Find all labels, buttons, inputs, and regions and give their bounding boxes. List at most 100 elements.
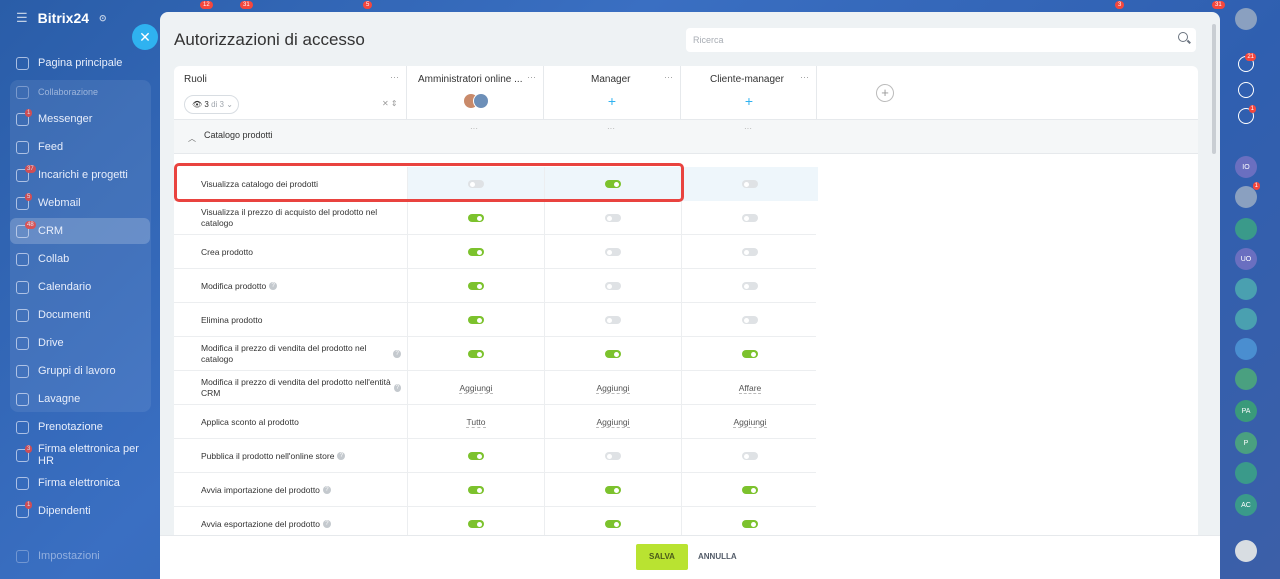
toggle-on[interactable] (468, 350, 484, 358)
sidebar-item[interactable]: 5 Webmail (10, 190, 150, 216)
tasks-check-icon[interactable] (1235, 218, 1257, 240)
bell-icon[interactable]: 21 (1238, 53, 1256, 72)
chevron-up-icon[interactable]: ︿ (188, 133, 196, 144)
sidebar-item[interactable]: 1 Messenger (10, 106, 150, 132)
help-icon[interactable]: ? (322, 520, 331, 528)
crm-icon: 48 (16, 220, 36, 238)
sidebar-item[interactable]: Collab (10, 246, 150, 272)
save-button[interactable]: SALVA (636, 544, 688, 570)
group-icon[interactable] (1235, 368, 1257, 390)
toggle-on[interactable] (742, 486, 758, 494)
toggle-off[interactable] (605, 248, 621, 256)
sidebar-item[interactable]: Drive (10, 330, 150, 356)
toggle-on[interactable] (468, 486, 484, 494)
add-member-icon[interactable]: + (742, 94, 756, 109)
sidebar-item[interactable]: 48 CRM (10, 218, 150, 244)
notification-badge: 12 (200, 1, 213, 9)
toggle-on[interactable] (605, 520, 621, 528)
close-panel-button[interactable]: ✕ (132, 24, 158, 50)
collapse-expand-icon[interactable]: ✕ ⇕ (382, 99, 398, 108)
permission-select[interactable]: Aggiungi (459, 383, 493, 394)
toggle-off[interactable] (605, 316, 621, 324)
toggle-on[interactable] (468, 520, 484, 528)
roles-filter-pill[interactable]: 👁 3 di 3 ⌄ (184, 95, 239, 114)
toggle-off[interactable] (742, 452, 758, 460)
cancel-button[interactable]: ANNULLA (698, 544, 737, 570)
toggle-on[interactable] (468, 248, 484, 256)
sidebar-item[interactable]: Calendario (10, 274, 150, 300)
sidebar-item[interactable]: Firma elettronica (10, 470, 150, 496)
hamburger-icon[interactable]: ☰ (16, 10, 28, 26)
toggle-on[interactable] (468, 282, 484, 290)
sidebar-item[interactable]: Documenti (10, 302, 150, 328)
menu-icon[interactable] (1235, 540, 1257, 562)
toggle-off[interactable] (742, 248, 758, 256)
chat-group-icon[interactable] (1235, 338, 1257, 360)
toggle-off[interactable] (605, 452, 621, 460)
permission-select[interactable]: Aggiungi (596, 417, 630, 428)
help-icon[interactable]: ? (393, 384, 401, 392)
permission-select[interactable]: Aggiungi (596, 383, 630, 394)
help-icon[interactable]: ? (393, 350, 401, 358)
calendar-icon (16, 280, 29, 294)
permission-select[interactable]: Aggiungi (733, 417, 767, 428)
sidebar-item[interactable]: Impostazioni (10, 543, 150, 569)
section-header[interactable]: ︿ Catalogo prodotti (174, 120, 1198, 154)
plus-icon: + (881, 85, 889, 100)
column-more-icon[interactable]: ··· (607, 124, 615, 133)
tasks-check-icon[interactable] (1235, 462, 1257, 484)
add-member-icon[interactable]: + (605, 94, 619, 109)
permission-select[interactable]: Tutto (466, 417, 486, 428)
column-more-icon[interactable]: ··· (470, 124, 478, 133)
help-icon[interactable]: ? (337, 452, 346, 460)
chat-bubble-icon[interactable]: 1 (1238, 105, 1256, 124)
help-icon[interactable]: ? (322, 486, 331, 494)
sidebar-item[interactable]: Prenotazione (10, 414, 150, 440)
user-initials-icon[interactable]: PA (1235, 400, 1257, 422)
user-avatar-icon[interactable]: 1 (1235, 182, 1260, 208)
brand[interactable]: ☰ Bitrix24 ⊙ (16, 10, 107, 26)
user-initials-icon[interactable]: P (1235, 432, 1257, 454)
help-icon[interactable]: ? (269, 282, 278, 290)
group-icon[interactable] (1235, 278, 1257, 300)
user-avatar-icon[interactable] (1235, 8, 1257, 30)
toggle-on[interactable] (468, 316, 484, 324)
column-manager-more-icon[interactable]: ··· (664, 72, 673, 82)
column-more-icon[interactable]: ··· (744, 124, 752, 133)
column-admins-more-icon[interactable]: ··· (527, 72, 536, 82)
copilot-icon[interactable] (1238, 82, 1254, 98)
toggle-on[interactable] (605, 486, 621, 494)
sidebar-item[interactable]: 1 Dipendenti (10, 498, 150, 524)
add-role-button[interactable]: + (876, 84, 894, 102)
search-input[interactable]: Ricerca (686, 28, 1196, 52)
toggle-off[interactable] (742, 282, 758, 290)
sidebar-item[interactable]: Lavagne (10, 386, 150, 412)
initials: IO (1242, 163, 1250, 171)
sidebar-item[interactable]: Collaborazione (10, 79, 150, 105)
toggle-on[interactable] (742, 520, 758, 528)
sidebar-item[interactable]: Pagina principale (10, 50, 150, 76)
roles-more-icon[interactable]: ··· (390, 72, 399, 82)
sidebar-item[interactable]: Gruppi di lavoro (10, 358, 150, 384)
search-icon[interactable] (1178, 32, 1188, 42)
column-client-manager-more-icon[interactable]: ··· (800, 72, 809, 82)
sidebar-item[interactable]: 37 Incarichi e progetti (10, 162, 150, 188)
toggle-off[interactable] (742, 214, 758, 222)
toggle-on[interactable] (468, 214, 484, 222)
user-initials-icon[interactable]: UO (1235, 248, 1257, 270)
admins-avatars[interactable] (463, 93, 491, 111)
group-icon[interactable] (1235, 308, 1257, 330)
toggle-off[interactable] (605, 282, 621, 290)
toggle-on[interactable] (468, 452, 484, 460)
user-initials-icon[interactable]: IO (1235, 156, 1257, 178)
scrollbar[interactable] (1212, 24, 1216, 154)
toggle-on[interactable] (742, 350, 758, 358)
toggle-off[interactable] (605, 214, 621, 222)
sidebar-item[interactable]: Feed (10, 134, 150, 160)
toggle-off[interactable] (742, 180, 758, 188)
toggle-on[interactable] (605, 350, 621, 358)
user-initials-icon[interactable]: AC (1235, 494, 1257, 516)
permission-select[interactable]: Affare (738, 383, 762, 394)
toggle-off[interactable] (742, 316, 758, 324)
sidebar-item[interactable]: 3 Firma elettronica per HR (10, 442, 150, 468)
